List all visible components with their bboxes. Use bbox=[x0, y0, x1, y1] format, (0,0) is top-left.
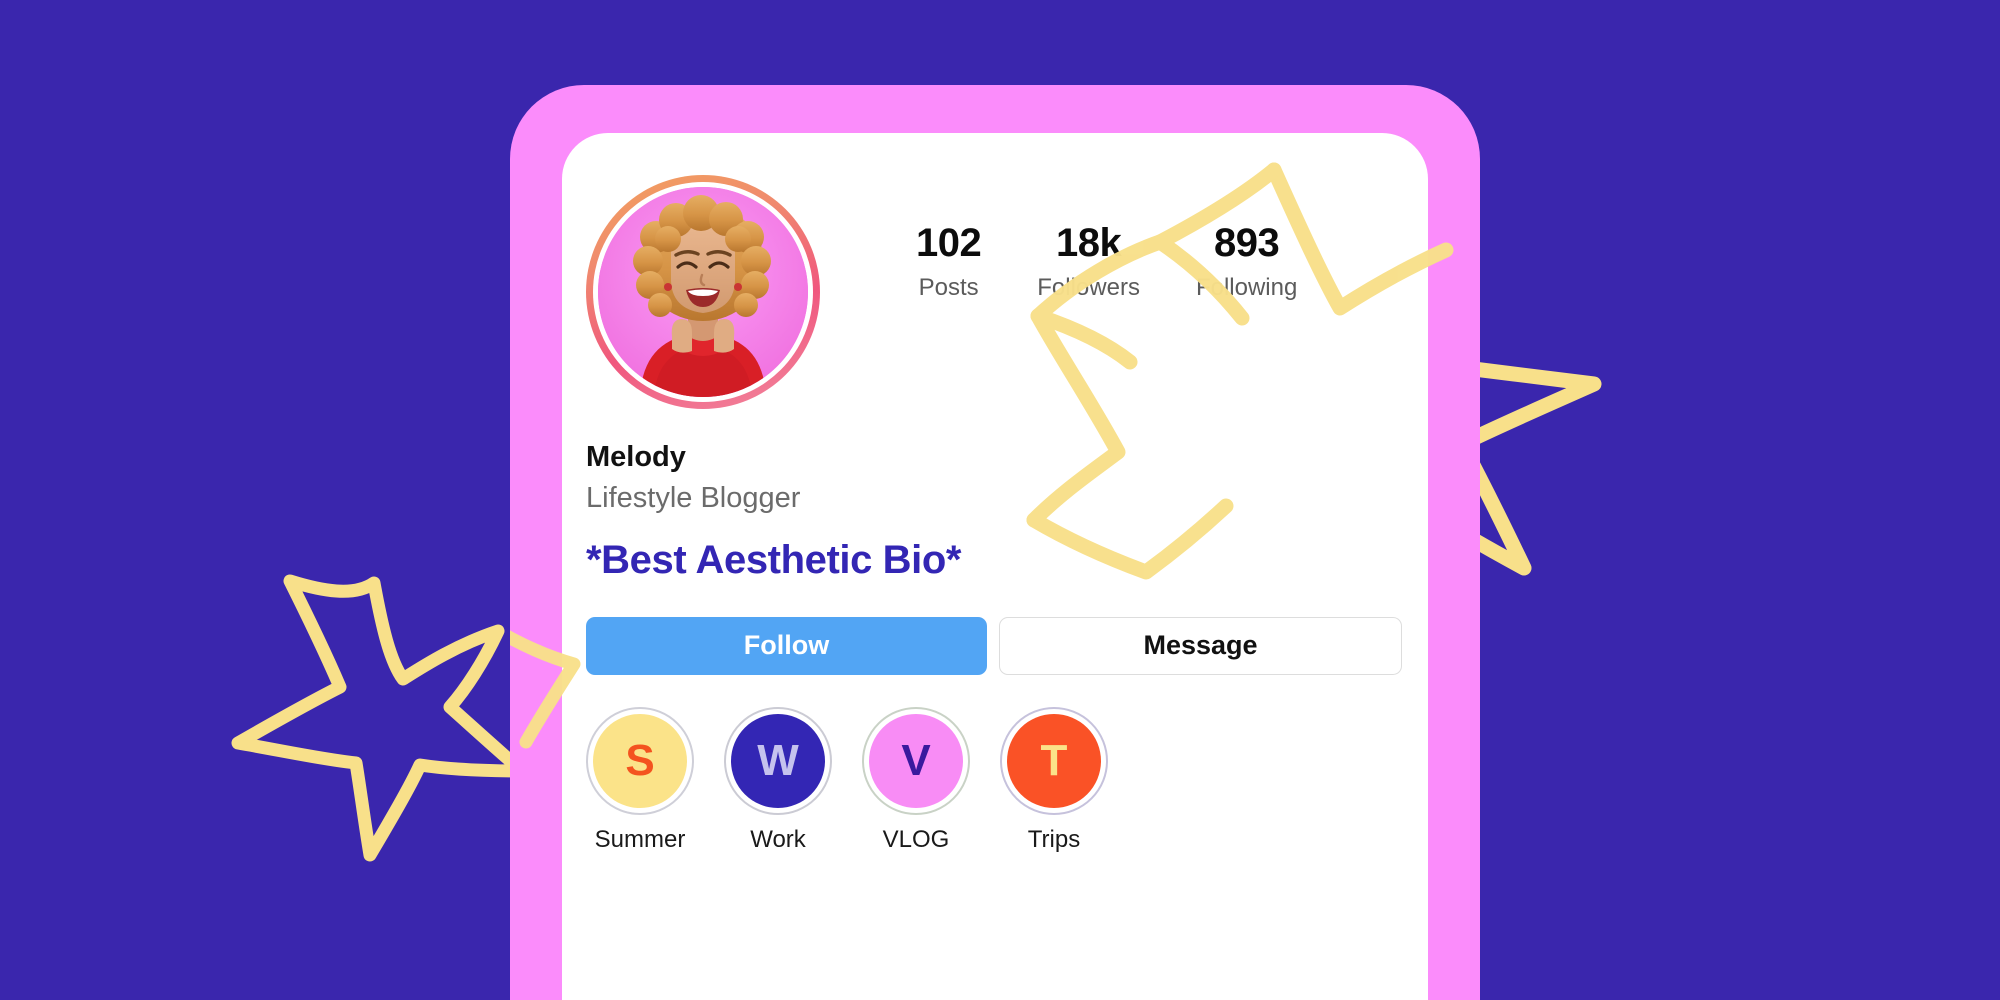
stat-followers-value: 18k bbox=[1055, 221, 1122, 265]
stat-followers[interactable]: 18k Followers bbox=[1037, 221, 1140, 302]
highlight-trips[interactable]: T Trips bbox=[1000, 706, 1108, 855]
stat-following[interactable]: 893 Following bbox=[1196, 221, 1297, 302]
poster-canvas: 102 Posts 18k Followers 893 Following Me… bbox=[0, 0, 2000, 1000]
highlight-work-cover: W bbox=[731, 713, 825, 808]
highlight-vlog-cover: V bbox=[869, 713, 963, 808]
avatar-photo bbox=[598, 187, 808, 397]
highlight-summer-label: Summer bbox=[594, 825, 686, 853]
highlight-vlog[interactable]: V VLOG bbox=[862, 706, 970, 855]
avatar[interactable] bbox=[586, 175, 820, 409]
highlight-vlog-ring: V bbox=[862, 706, 970, 815]
highlight-work[interactable]: W Work bbox=[724, 706, 832, 855]
stats-row: 102 Posts 18k Followers 893 Following bbox=[916, 175, 1297, 302]
highlight-trips-ring: T bbox=[1000, 706, 1108, 815]
stat-posts-value: 102 bbox=[916, 221, 982, 265]
profile-name: Melody bbox=[586, 441, 686, 473]
story-highlights-row: S Summer W Work V VLOG T Trips bbox=[562, 675, 1428, 855]
stat-following-label: Following bbox=[1195, 274, 1298, 301]
highlight-trips-cover: T bbox=[1007, 713, 1101, 808]
message-button[interactable]: Message bbox=[999, 616, 1402, 675]
hand-drawn-star-left-icon bbox=[231, 574, 529, 862]
highlight-summer-cover: S bbox=[593, 713, 687, 808]
stat-followers-label: Followers bbox=[1037, 274, 1140, 301]
profile-headline: *Best Aesthetic Bio* bbox=[586, 537, 962, 582]
follow-button[interactable]: Follow bbox=[586, 616, 987, 675]
phone-screen: 102 Posts 18k Followers 893 Following Me… bbox=[562, 133, 1428, 1000]
highlight-summer-ring: S bbox=[586, 706, 694, 815]
stat-posts[interactable]: 102 Posts bbox=[916, 221, 982, 302]
highlight-work-label: Work bbox=[750, 825, 806, 853]
profile-role: Lifestyle Blogger bbox=[586, 482, 801, 515]
profile-header: 102 Posts 18k Followers 893 Following bbox=[562, 133, 1428, 409]
stat-posts-label: Posts bbox=[918, 274, 979, 301]
highlight-summer[interactable]: S Summer bbox=[586, 706, 694, 855]
highlight-trips-label: Trips bbox=[1027, 825, 1081, 853]
stat-following-value: 893 bbox=[1214, 221, 1280, 265]
highlight-vlog-label: VLOG bbox=[882, 825, 950, 853]
bio-block: Melody Lifestyle Blogger *Best Aesthetic… bbox=[562, 409, 1428, 585]
action-buttons-row: Follow Message bbox=[562, 585, 1428, 675]
highlight-work-ring: W bbox=[724, 706, 832, 815]
